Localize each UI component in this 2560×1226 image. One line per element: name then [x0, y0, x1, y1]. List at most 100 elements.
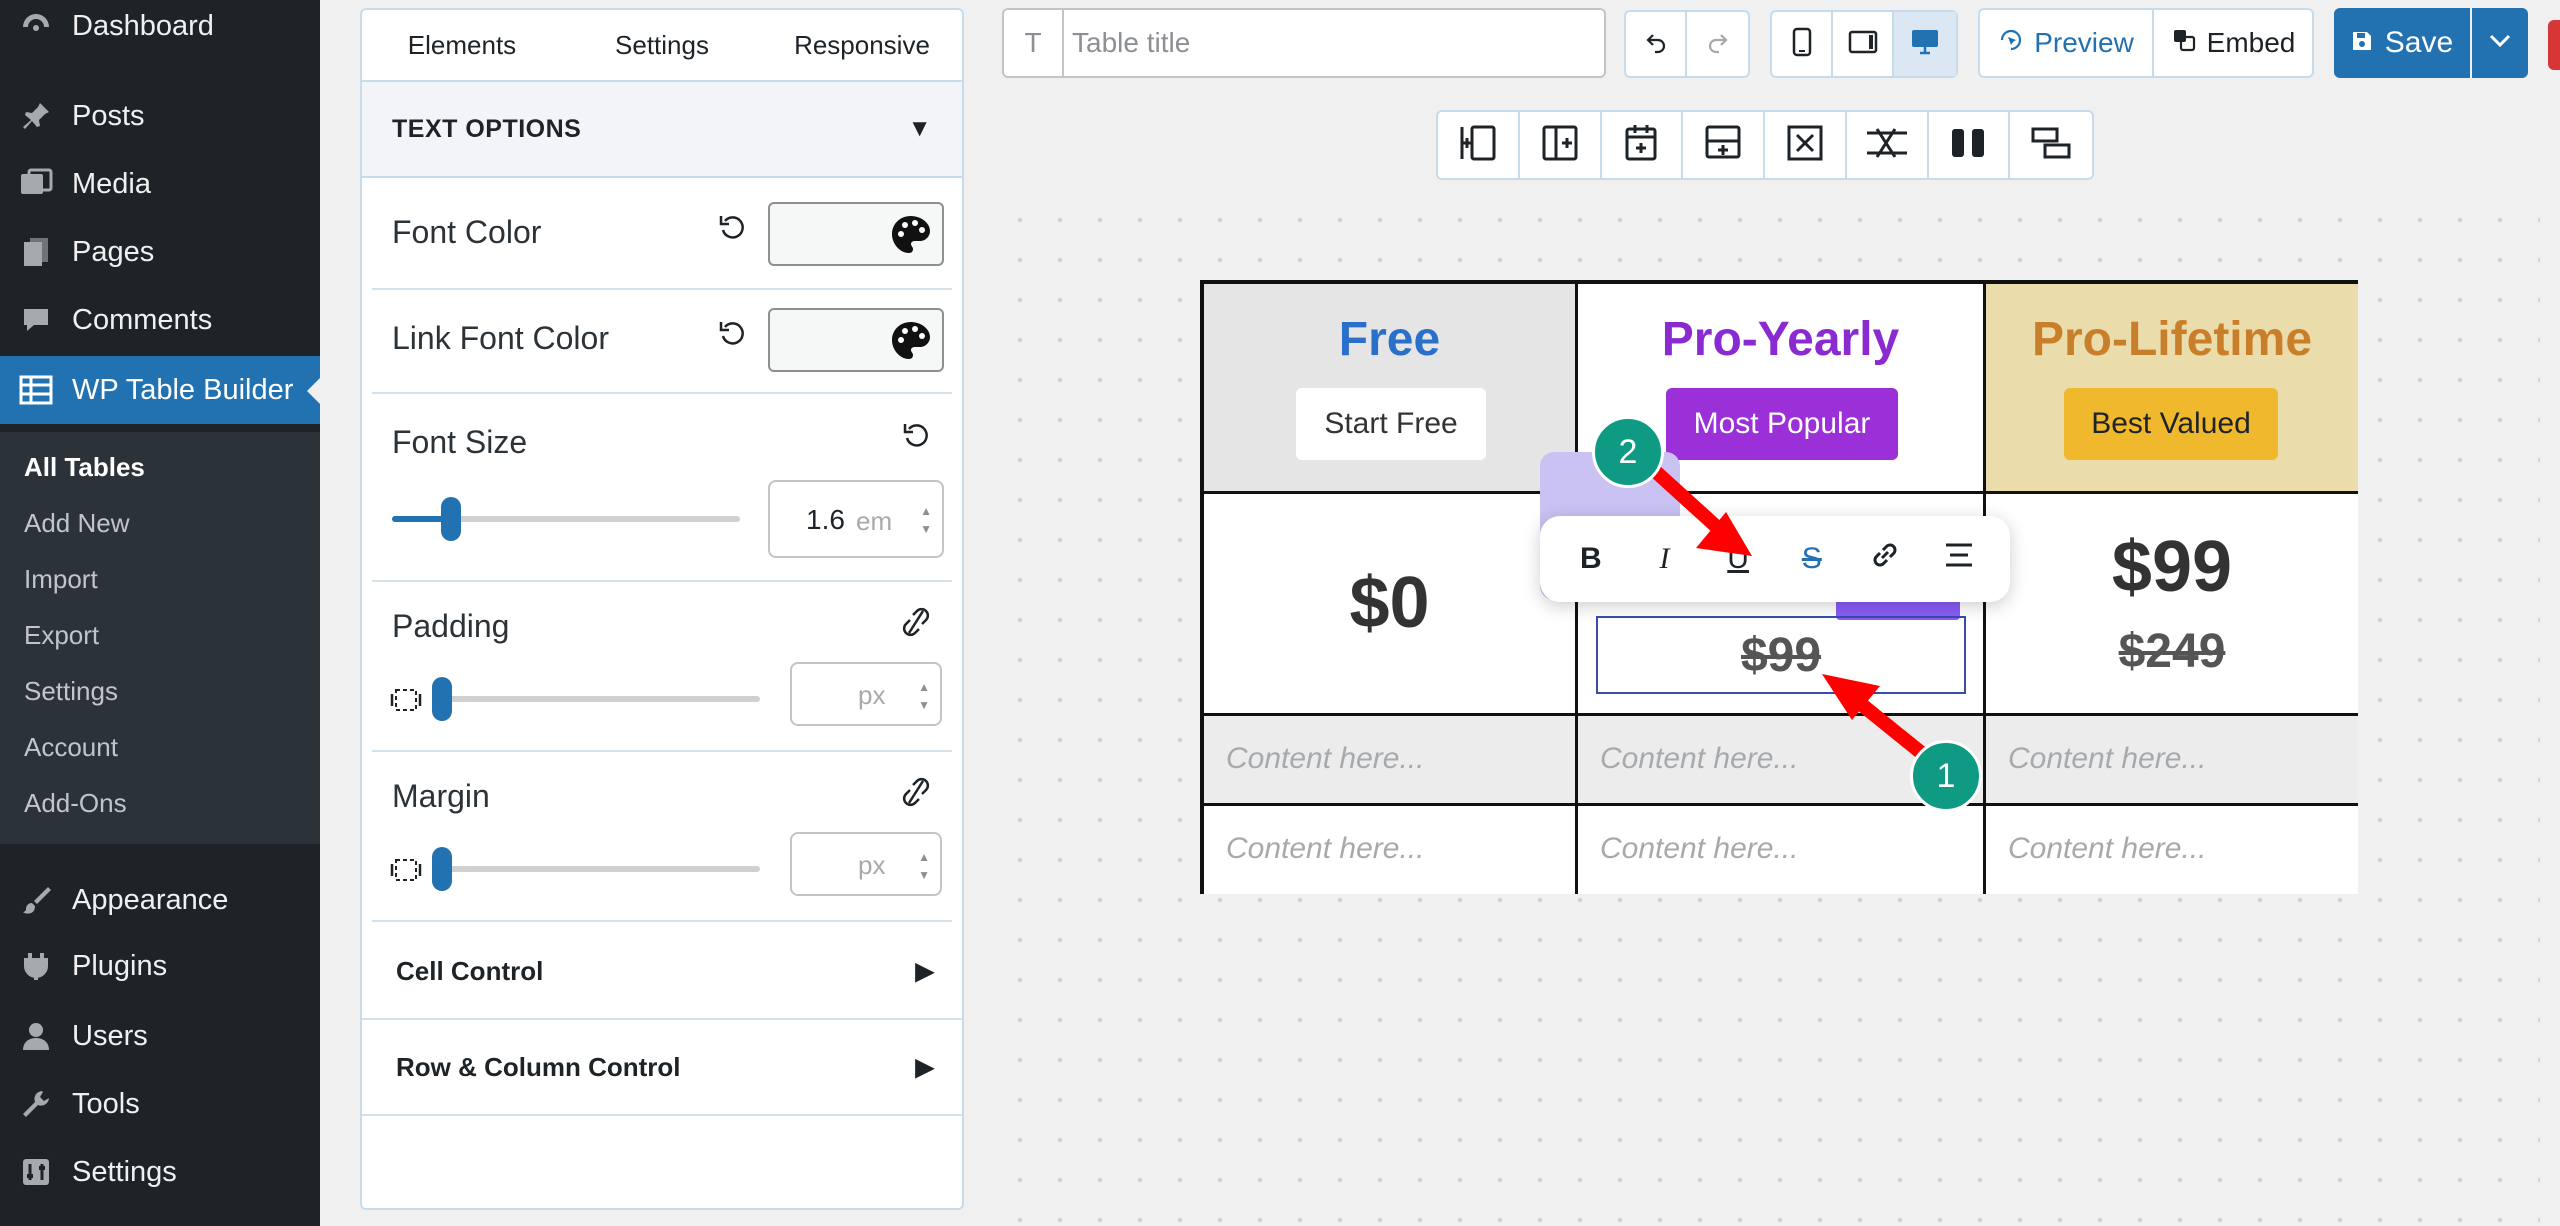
menu-appearance[interactable]: Appearance: [0, 866, 320, 934]
notice-edge: [2548, 20, 2560, 70]
history-group: [1624, 10, 1750, 78]
font-color-row: Font Color: [372, 182, 952, 290]
menu-plugins[interactable]: Plugins: [0, 932, 320, 1000]
save-button[interactable]: Save: [2334, 8, 2470, 78]
menu-media[interactable]: Media: [0, 150, 320, 218]
table-cell[interactable]: $0: [1204, 494, 1578, 716]
tab-settings[interactable]: Settings: [562, 10, 762, 80]
padding-unit: px: [858, 680, 886, 710]
most-popular-button[interactable]: Most Popular: [1666, 388, 1898, 460]
underline-button[interactable]: U: [1714, 542, 1762, 576]
submenu-add-new[interactable]: Add New: [24, 508, 130, 539]
undo-icon: [1644, 30, 1668, 59]
submenu-all-tables[interactable]: All Tables: [24, 452, 145, 483]
margin-input[interactable]: px ▲ ▼: [790, 832, 942, 896]
reset-icon[interactable]: [714, 210, 750, 246]
submenu-settings[interactable]: Settings: [24, 676, 118, 707]
insert-row-above-button[interactable]: [1602, 112, 1684, 178]
reset-icon[interactable]: [714, 316, 750, 352]
unlink-icon[interactable]: [898, 604, 934, 640]
delete-row-button[interactable]: [1847, 112, 1929, 178]
padding-input[interactable]: px ▲ ▼: [790, 662, 942, 726]
submenu-export[interactable]: Export: [24, 620, 99, 651]
margin-slider-track[interactable]: [442, 866, 760, 872]
font-color-picker[interactable]: [768, 202, 944, 266]
insert-row-below-button[interactable]: [1683, 112, 1765, 178]
insert-column-right-button[interactable]: [1520, 112, 1602, 178]
tab-elements[interactable]: Elements: [362, 10, 562, 80]
redo-button[interactable]: [1687, 12, 1748, 76]
submenu-add-ons[interactable]: Add-Ons: [24, 788, 127, 819]
menu-label: Tools: [72, 1087, 140, 1120]
spinner-icon[interactable]: ▲ ▼: [920, 502, 932, 538]
mobile-view-button[interactable]: [1772, 12, 1833, 76]
split-cells-icon: [2029, 123, 2073, 168]
insert-column-left-button[interactable]: [1438, 112, 1520, 178]
split-cells-button[interactable]: [2010, 112, 2092, 178]
menu-dashboard[interactable]: Dashboard: [0, 0, 320, 60]
tab-responsive[interactable]: Responsive: [762, 10, 962, 80]
submenu-import[interactable]: Import: [24, 564, 98, 595]
text-options-header[interactable]: TEXT OPTIONS ▼: [362, 82, 962, 178]
merge-cells-button[interactable]: [1929, 112, 2011, 178]
start-free-button[interactable]: Start Free: [1296, 388, 1486, 460]
plugin-icon: [16, 946, 56, 986]
table-cell[interactable]: Content here...: [1986, 716, 2358, 806]
desktop-view-button[interactable]: [1894, 12, 1956, 76]
table-cell[interactable]: Content here...: [1986, 806, 2358, 894]
margin-slider-handle[interactable]: [432, 847, 452, 891]
link-button[interactable]: [1861, 538, 1909, 580]
table-cell[interactable]: Content here...: [1204, 716, 1578, 806]
padding-slider-track[interactable]: [442, 696, 760, 702]
font-size-slider-handle[interactable]: [441, 497, 462, 541]
menu-label: Dashboard: [72, 9, 214, 42]
link-font-color-picker[interactable]: [768, 308, 944, 372]
preview-button[interactable]: Preview: [1980, 10, 2154, 76]
price-pro-yearly-old[interactable]: $99: [1598, 628, 1964, 683]
table-cell[interactable]: Content here...: [1578, 806, 1986, 894]
menu-label: Pages: [72, 235, 155, 268]
strikethrough-button[interactable]: S: [1788, 542, 1836, 576]
menu-posts[interactable]: Posts: [0, 82, 320, 150]
delete-row-icon: [1865, 123, 1909, 168]
menu-settings[interactable]: Settings: [0, 1138, 320, 1206]
dashboard-icon: [16, 6, 56, 46]
table-cell[interactable]: Content here...: [1204, 806, 1578, 894]
unlink-icon[interactable]: [898, 774, 934, 810]
settings-panel: Elements Settings Responsive TEXT OPTION…: [360, 8, 964, 1210]
embed-button[interactable]: Embed: [2154, 10, 2312, 76]
reset-icon[interactable]: [898, 418, 934, 454]
table-structure-toolbar: [1436, 110, 2094, 180]
content-placeholder: Content here...: [1226, 832, 1425, 865]
table-title-input[interactable]: [1072, 22, 1592, 64]
spinner-icon[interactable]: ▲ ▼: [918, 848, 930, 884]
cell-control-header[interactable]: Cell Control ▶: [362, 924, 962, 1020]
best-valued-button[interactable]: Best Valued: [2064, 388, 2278, 460]
align-button[interactable]: [1935, 542, 1983, 576]
link-font-color-label: Link Font Color: [392, 320, 609, 356]
menu-wp-table-builder[interactable]: WP Table Builder: [0, 356, 320, 424]
row-column-control-header[interactable]: Row & Column Control ▶: [362, 1020, 962, 1116]
redo-icon: [1706, 30, 1730, 59]
font-size-input[interactable]: 1.6 em ▲ ▼: [768, 480, 944, 558]
delete-column-button[interactable]: [1765, 112, 1847, 178]
menu-users[interactable]: Users: [0, 1002, 320, 1070]
spinner-icon[interactable]: ▲ ▼: [918, 678, 930, 714]
content-placeholder: Content here...: [1600, 832, 1799, 865]
save-options-dropdown[interactable]: [2472, 8, 2528, 78]
table-cell[interactable]: $99 $249: [1986, 494, 2358, 716]
table-cell[interactable]: Free Start Free: [1204, 284, 1578, 494]
undo-button[interactable]: [1626, 12, 1687, 76]
table-cell[interactable]: Pro-Lifetime Best Valued: [1986, 284, 2358, 494]
menu-comments[interactable]: Comments: [0, 286, 320, 354]
tablet-view-button[interactable]: [1833, 12, 1894, 76]
desktop-icon: [1910, 28, 1940, 61]
menu-pages[interactable]: Pages: [0, 218, 320, 286]
selected-text-element[interactable]: $99: [1596, 616, 1966, 694]
bold-button[interactable]: B: [1567, 542, 1615, 576]
italic-button[interactable]: I: [1640, 542, 1688, 576]
palette-icon: [890, 320, 932, 367]
padding-slider-handle[interactable]: [432, 677, 452, 721]
submenu-account[interactable]: Account: [24, 732, 118, 763]
menu-tools[interactable]: Tools: [0, 1070, 320, 1138]
